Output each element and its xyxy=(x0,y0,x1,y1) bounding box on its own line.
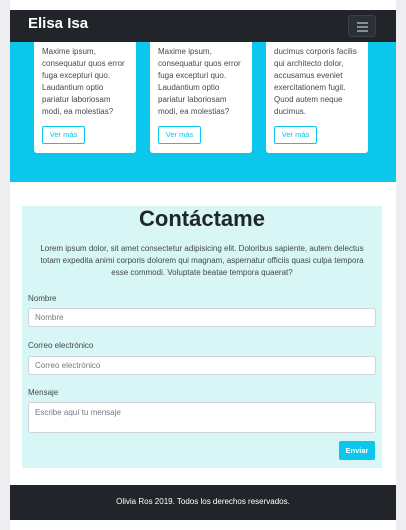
contact-section: Contáctame Lorem ipsum dolor, sit amet c… xyxy=(22,206,382,468)
name-input[interactable] xyxy=(28,308,376,327)
ver-mas-button[interactable]: Ver más xyxy=(274,126,317,144)
contact-title: Contáctame xyxy=(139,206,265,231)
navbar-toggler-button[interactable] xyxy=(348,15,376,37)
ver-mas-button[interactable]: Ver más xyxy=(42,126,85,144)
cards-section: Maxime ipsum, consequatur quos error fug… xyxy=(10,42,396,182)
send-button[interactable]: Enviar xyxy=(339,441,375,460)
footer: Olivia Ros 2019. Todos los derechos rese… xyxy=(10,485,396,520)
navbar: Elisa Isa xyxy=(10,10,396,42)
card-text: ducimus corporis facilis qui architecto … xyxy=(274,47,357,116)
service-card: Maxime ipsum, consequatur quos error fug… xyxy=(150,42,252,153)
contact-description: Lorem ipsum dolor, sit amet consectetur … xyxy=(40,244,364,277)
email-label: Correo electrónico xyxy=(28,341,94,350)
brand-link[interactable]: Elisa Isa xyxy=(28,15,88,32)
message-textarea[interactable] xyxy=(28,402,376,433)
email-input[interactable] xyxy=(28,356,376,375)
message-label: Mensaje xyxy=(28,388,59,397)
card-text: Maxime ipsum, consequatur quos error fug… xyxy=(158,47,241,116)
service-card: ducimus corporis facilis qui architecto … xyxy=(266,42,368,153)
name-label: Nombre xyxy=(28,294,57,303)
service-card: Maxime ipsum, consequatur quos error fug… xyxy=(34,42,136,153)
ver-mas-button[interactable]: Ver más xyxy=(158,126,201,144)
card-text: Maxime ipsum, consequatur quos error fug… xyxy=(42,47,125,116)
page: Elisa Isa Maxime ipsum, consequatur quos… xyxy=(10,0,396,530)
footer-text: Olivia Ros 2019. Todos los derechos rese… xyxy=(116,497,290,506)
